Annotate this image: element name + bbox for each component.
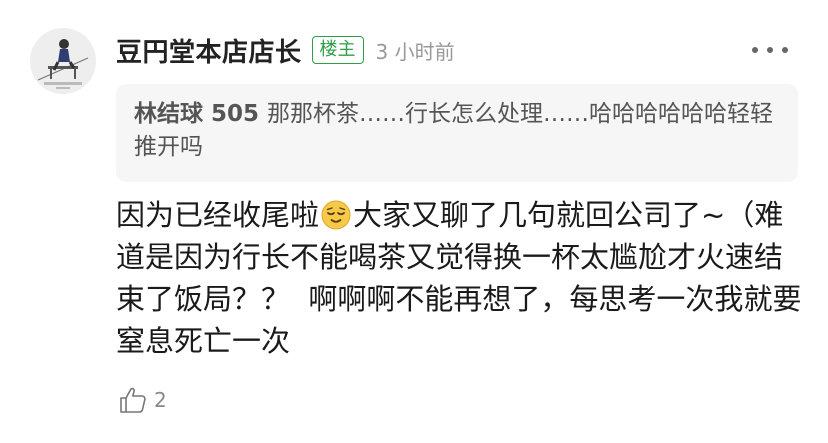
avatar[interactable]	[30, 28, 96, 94]
relieved-face-emoji	[321, 200, 351, 230]
timestamp: 3 小时前	[375, 39, 455, 64]
avatar-image	[30, 28, 96, 94]
quoted-reply[interactable]: 林结球 505 那那杯茶……行长怎么处理……哈哈哈哈哈哈轻轻推开吗	[116, 84, 798, 182]
comment-text-part-1: 因为已经收尾啦	[116, 198, 320, 232]
like-count: 2	[154, 388, 167, 412]
username[interactable]: 豆円堂本店店长	[116, 32, 302, 69]
more-horizontal-icon-dot	[782, 47, 788, 53]
more-options-button[interactable]	[752, 38, 788, 62]
like-button[interactable]: 2	[118, 382, 167, 418]
thumbs-up-icon	[120, 387, 146, 413]
op-badge: 楼主	[311, 36, 364, 64]
more-horizontal-icon	[752, 47, 758, 53]
comment-body: 因为已经收尾啦 大家又聊了几句就回公司了~（难道是因为行长不能喝茶又觉得换一杯太尴…	[116, 194, 806, 362]
comment-header: 豆円堂本店店长 楼主 3 小时前	[116, 30, 455, 70]
more-horizontal-icon-dot	[767, 47, 773, 53]
comment-item: 豆円堂本店店长 楼主 3 小时前 林结球 505 那那杯茶……行长怎么处理……哈哈…	[0, 0, 828, 443]
quoted-author[interactable]: 林结球 505	[134, 101, 259, 127]
